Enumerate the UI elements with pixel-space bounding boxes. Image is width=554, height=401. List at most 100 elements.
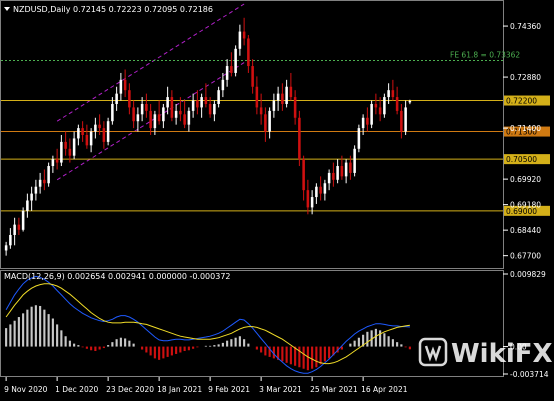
candle-body [383,97,386,115]
candle-body [68,148,72,156]
candle-body [94,124,97,132]
candle-body [72,138,76,156]
candle-body [102,128,106,142]
candle-body [340,166,344,177]
candle-body [77,128,80,139]
time-tick-label: 9 Feb 2021 [208,385,250,394]
price-tick-label: 0.71400 [510,124,541,133]
candle-body [55,159,59,163]
candle-body [208,103,212,115]
candle-body [43,179,46,184]
level-tag-label: 0.70500 [506,155,537,164]
ohlc-values: 0.72145 0.72223 0.72095 0.72186 [73,5,213,14]
candle-body [64,141,67,149]
candle-body [196,100,199,108]
candle-body [26,200,29,211]
candle-body [361,117,365,129]
candle-body [17,224,21,230]
candle-body [285,86,288,104]
candle-body [374,103,378,108]
candle-body [247,38,250,67]
candle-body [213,103,216,115]
candle-body [387,90,390,98]
candle-body [349,162,352,173]
candle-body [404,107,407,132]
candle-body [276,93,280,101]
price-tick-label: 0.69920 [510,175,541,184]
candle-body [310,197,314,208]
candle-body [38,179,42,187]
time-tick-label: 16 Apr 2021 [361,385,408,394]
candle-body [281,93,284,104]
candle-body [259,107,263,115]
candle-body [268,110,271,132]
candle-body [162,107,165,122]
fibo-label: FE 61.8 = 0.73362 [450,50,520,59]
candle-body [21,210,25,230]
candle-body [170,97,174,118]
candle-body [204,97,208,104]
candle-body [298,117,301,160]
candle-body [395,97,399,111]
candle-body [13,224,16,235]
chart-canvas: 0.722000.713000.705000.69000FE 61.8 = 0.… [0,0,553,394]
chart-title: NZDUSD,Daily [13,5,71,14]
candle-body [132,107,135,122]
candle-body [60,141,63,163]
candle-body [157,114,161,122]
macd-title: MACD(12,26,9) 0.002654 0.002941 0.000000… [4,272,231,281]
candle-body [140,103,144,115]
candle-body [221,79,225,91]
candle-body [289,86,293,98]
candle-body [255,86,259,108]
candle-body [366,117,369,125]
candle-body [306,190,310,208]
level-tag-label: 0.72200 [506,97,537,106]
candle-body [136,114,140,122]
time-tick-label: 1 Dec 2020 [55,385,98,394]
time-tick-label: 3 Mar 2021 [259,385,302,394]
candle-body [238,31,242,49]
candle-body [183,114,186,125]
time-tick-label: 18 Jan 2021 [157,385,202,394]
candle-body [230,66,233,73]
candle-body [89,131,93,146]
candle-body [327,172,331,184]
candle-body [251,66,254,87]
candle-body [85,135,89,146]
candle-body [149,110,152,129]
candle-body [4,245,8,251]
macd-tick-label: 0.009829 [510,270,546,279]
candle-body [234,48,237,73]
candle-body [264,114,267,132]
candle-body [30,193,33,201]
candle-body [408,101,412,103]
candle-body [315,186,318,198]
candle-body [370,103,373,125]
candle-body [115,93,118,104]
chart-header: NZDUSD,Daily 0.72145 0.72223 0.72095 0.7… [4,5,213,14]
candle-body [319,186,322,194]
candle-body [391,90,395,98]
candle-body [98,124,101,129]
candle-body [225,66,229,80]
candle-body [145,103,148,111]
candle-body [128,90,131,108]
candle-body [191,100,195,111]
candle-body [242,31,246,39]
candle-body [323,183,327,194]
candle-body [106,121,110,142]
candle-body [400,110,403,132]
time-axis: 9 Nov 2020 1 Dec 2020 23 Dec 2020 18 Jan 20… [4,377,408,394]
candle-body [111,103,114,122]
candle-body [302,159,305,191]
macd-tick-label: -0.003714 [510,370,549,379]
candle-body [174,110,178,118]
candle-body [51,159,55,167]
price-panel-frame [0,0,504,269]
candle-body [187,110,191,125]
candle-body [217,90,220,104]
price-tick-label: 0.69180 [510,201,541,210]
price-tick-label: 0.68440 [510,226,541,235]
time-tick-label: 23 Dec 2020 [106,385,154,394]
